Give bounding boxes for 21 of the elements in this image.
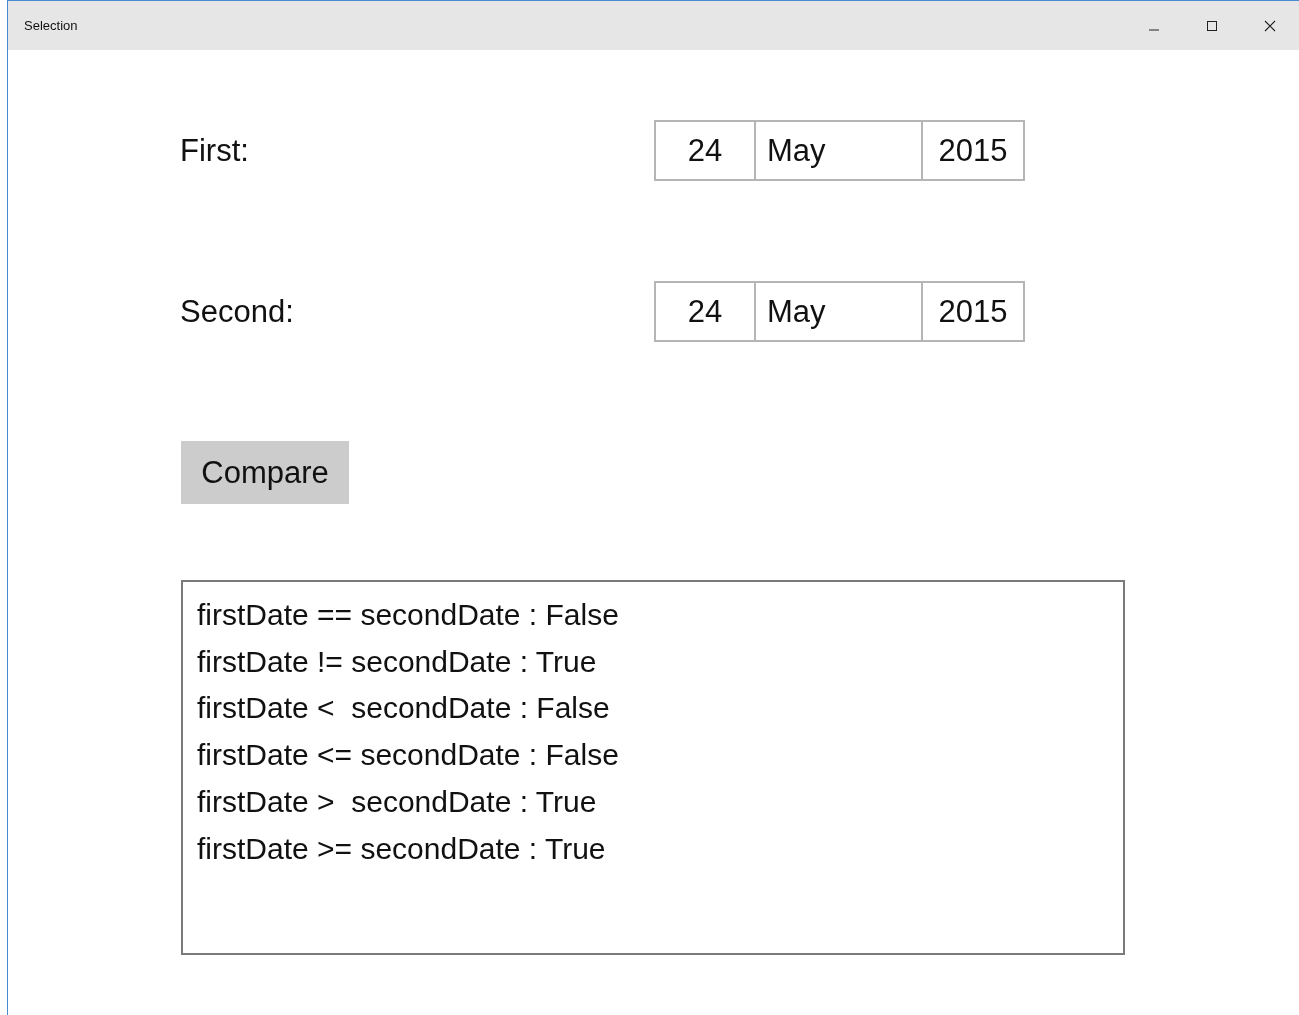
month-segment[interactable]: May [756, 283, 923, 340]
date-picker[interactable]: 24 May 2015 [654, 281, 1025, 342]
result-line: firstDate < secondDate : False [197, 690, 611, 727]
result-line: firstDate > secondDate : True [197, 783, 598, 820]
compare-button[interactable]: Compare [181, 441, 349, 504]
window-title: Selection [23, 18, 78, 33]
month-segment[interactable]: May [756, 122, 923, 179]
year-segment[interactable]: 2015 [923, 122, 1023, 179]
date-picker[interactable]: 24 May 2015 [654, 120, 1025, 181]
result-line: firstDate == secondDate : False [197, 597, 620, 633]
maximize-icon [1206, 19, 1218, 32]
result-line: firstDate <= secondDate : False [197, 737, 620, 774]
result-line: firstDate >= secondDate : True [197, 830, 607, 867]
field-label: First: [180, 132, 250, 169]
day-segment[interactable]: 24 [656, 122, 756, 179]
close-icon [1264, 19, 1276, 32]
day-segment[interactable]: 24 [656, 283, 756, 340]
year-segment[interactable]: 2015 [923, 283, 1023, 340]
minimize-icon [1148, 28, 1160, 31]
result-line: firstDate != secondDate : True [197, 643, 598, 680]
field-label: Second: [180, 293, 295, 330]
